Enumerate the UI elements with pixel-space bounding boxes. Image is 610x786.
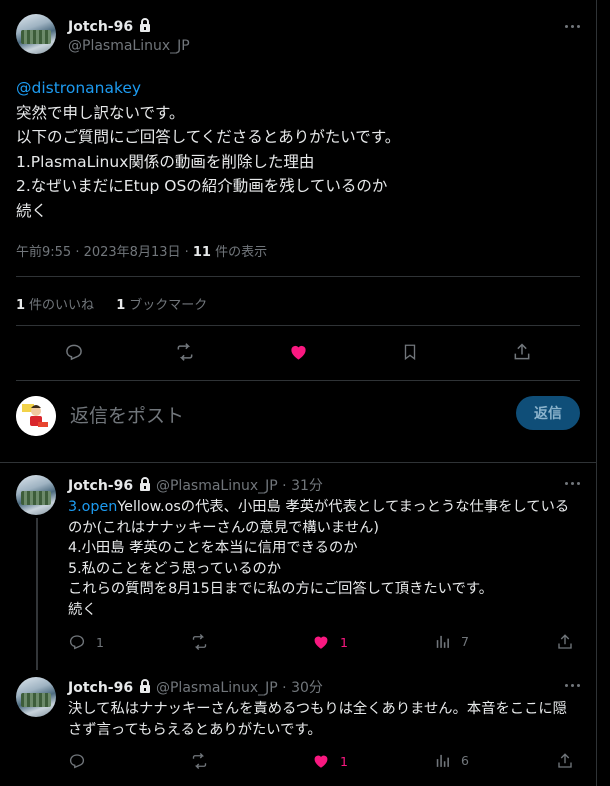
reply-timestamp[interactable]: 30分	[291, 680, 323, 696]
like-count: 1	[340, 634, 348, 650]
reply-count: 1	[96, 634, 104, 650]
share-icon[interactable]	[556, 752, 574, 770]
views-label: 件の表示	[210, 245, 268, 260]
bookmark-icon[interactable]	[398, 340, 422, 364]
repost-icon[interactable]	[190, 633, 209, 651]
heart-icon[interactable]	[312, 752, 330, 770]
share-icon[interactable]	[556, 633, 574, 651]
post-actions	[16, 340, 580, 366]
share-icon[interactable]	[510, 340, 534, 364]
post-meta: 午前9:55 · 2023年8月13日 · 11 件の表示	[16, 241, 267, 260]
bookmarks-stat[interactable]: 1 ブックマーク	[116, 298, 207, 313]
author-handle[interactable]: @PlasmaLinux_JP	[156, 478, 278, 494]
avatar[interactable]	[16, 475, 56, 515]
avatar[interactable]	[16, 396, 56, 436]
author-handle[interactable]: @PlasmaLinux_JP	[156, 680, 278, 696]
views-icon[interactable]	[434, 752, 451, 769]
divider	[16, 325, 580, 326]
reply-input[interactable]: 返信をポスト	[70, 401, 184, 428]
reply-icon[interactable]	[62, 340, 86, 364]
lock-icon	[140, 18, 151, 32]
post-timestamp[interactable]: 午前9:55 · 2023年8月13日 ·	[16, 245, 193, 260]
main-post-header: Jotch-96 @PlasmaLinux_JP	[16, 14, 586, 58]
inline-link[interactable]: 3.open	[68, 499, 117, 515]
reply-composer: 返信をポスト 返信	[16, 394, 580, 438]
repost-action[interactable]	[190, 633, 209, 651]
reply-button[interactable]: 返信	[516, 396, 580, 430]
bookmarks-label: ブックマーク	[129, 298, 208, 313]
reply-actions: 1 1 7	[68, 633, 588, 655]
more-icon[interactable]	[562, 473, 582, 493]
divider	[0, 462, 596, 463]
view-count: 7	[461, 634, 469, 649]
mention-link[interactable]: @distronanakey	[16, 79, 141, 97]
reply-tweet[interactable]: Jotch-96 @PlasmaLinux_JP · 30分 決して私はナナッキ…	[16, 677, 586, 777]
author-name[interactable]: Jotch-96	[68, 19, 133, 35]
reply-timestamp[interactable]: 31分	[291, 478, 323, 494]
post-text: @distronanakey 突然で申し訳ないです。 以下のご質問にご回答してく…	[16, 76, 576, 223]
lock-icon	[139, 477, 150, 491]
more-icon[interactable]	[562, 16, 582, 36]
like-action[interactable]: 1	[312, 752, 348, 770]
reply-actions: 1 6	[68, 752, 588, 774]
reply-icon[interactable]	[68, 633, 86, 651]
share-action[interactable]	[556, 752, 574, 770]
like-action[interactable]: 1	[312, 633, 348, 651]
more-icon[interactable]	[562, 675, 582, 695]
separator: ·	[277, 680, 292, 696]
lock-icon	[139, 679, 150, 693]
views-count: 11	[192, 245, 211, 260]
repost-icon[interactable]	[173, 340, 197, 364]
reply-action[interactable]	[68, 752, 96, 770]
post-body: 突然で申し訳ないです。 以下のご質問にご回答してくださるとありがたいです。 1.…	[16, 103, 401, 220]
reply-icon[interactable]	[68, 752, 86, 770]
avatar[interactable]	[16, 14, 56, 54]
view-count: 6	[461, 753, 469, 768]
share-action[interactable]	[556, 633, 574, 651]
separator: ·	[277, 478, 292, 494]
avatar[interactable]	[16, 677, 56, 717]
reply-body: Yellow.osの代表、小田島 孝英が代表としてまっとうな仕事をしているのか(…	[68, 499, 570, 618]
reply-header: Jotch-96 @PlasmaLinux_JP · 31分	[68, 475, 323, 495]
reply-header: Jotch-96 @PlasmaLinux_JP · 30分	[68, 677, 323, 697]
author-handle[interactable]: @PlasmaLinux_JP	[68, 38, 190, 54]
likes-label: 件のいいね	[29, 298, 95, 313]
views-action[interactable]: 6	[434, 752, 469, 769]
like-count: 1	[340, 753, 348, 769]
reply-action[interactable]: 1	[68, 633, 104, 651]
repost-action[interactable]	[190, 752, 209, 770]
views-action[interactable]: 7	[434, 633, 469, 650]
author-name-row: Jotch-96	[68, 16, 152, 35]
repost-icon[interactable]	[190, 752, 209, 770]
divider	[16, 276, 580, 277]
views-icon[interactable]	[434, 633, 451, 650]
reply-tweet[interactable]: Jotch-96 @PlasmaLinux_JP · 31分 3.openYel…	[16, 475, 586, 655]
divider	[16, 380, 580, 381]
reply-text: 決して私はナナッキーさんを責めるつもりは全くありません。本音をここに隠さず言って…	[68, 701, 567, 738]
heart-icon[interactable]	[312, 633, 330, 651]
author-name[interactable]: Jotch-96	[68, 478, 133, 494]
post-stats: 1 件のいいね 1 ブックマーク	[16, 294, 207, 313]
likes-count: 1	[16, 298, 26, 313]
heart-icon[interactable]	[286, 340, 310, 364]
bookmarks-count: 1	[116, 298, 126, 313]
author-name[interactable]: Jotch-96	[68, 680, 133, 696]
likes-stat[interactable]: 1 件のいいね	[16, 298, 94, 313]
reply-text: 3.openYellow.osの代表、小田島 孝英が代表としてまっとうな仕事をし…	[68, 497, 580, 620]
